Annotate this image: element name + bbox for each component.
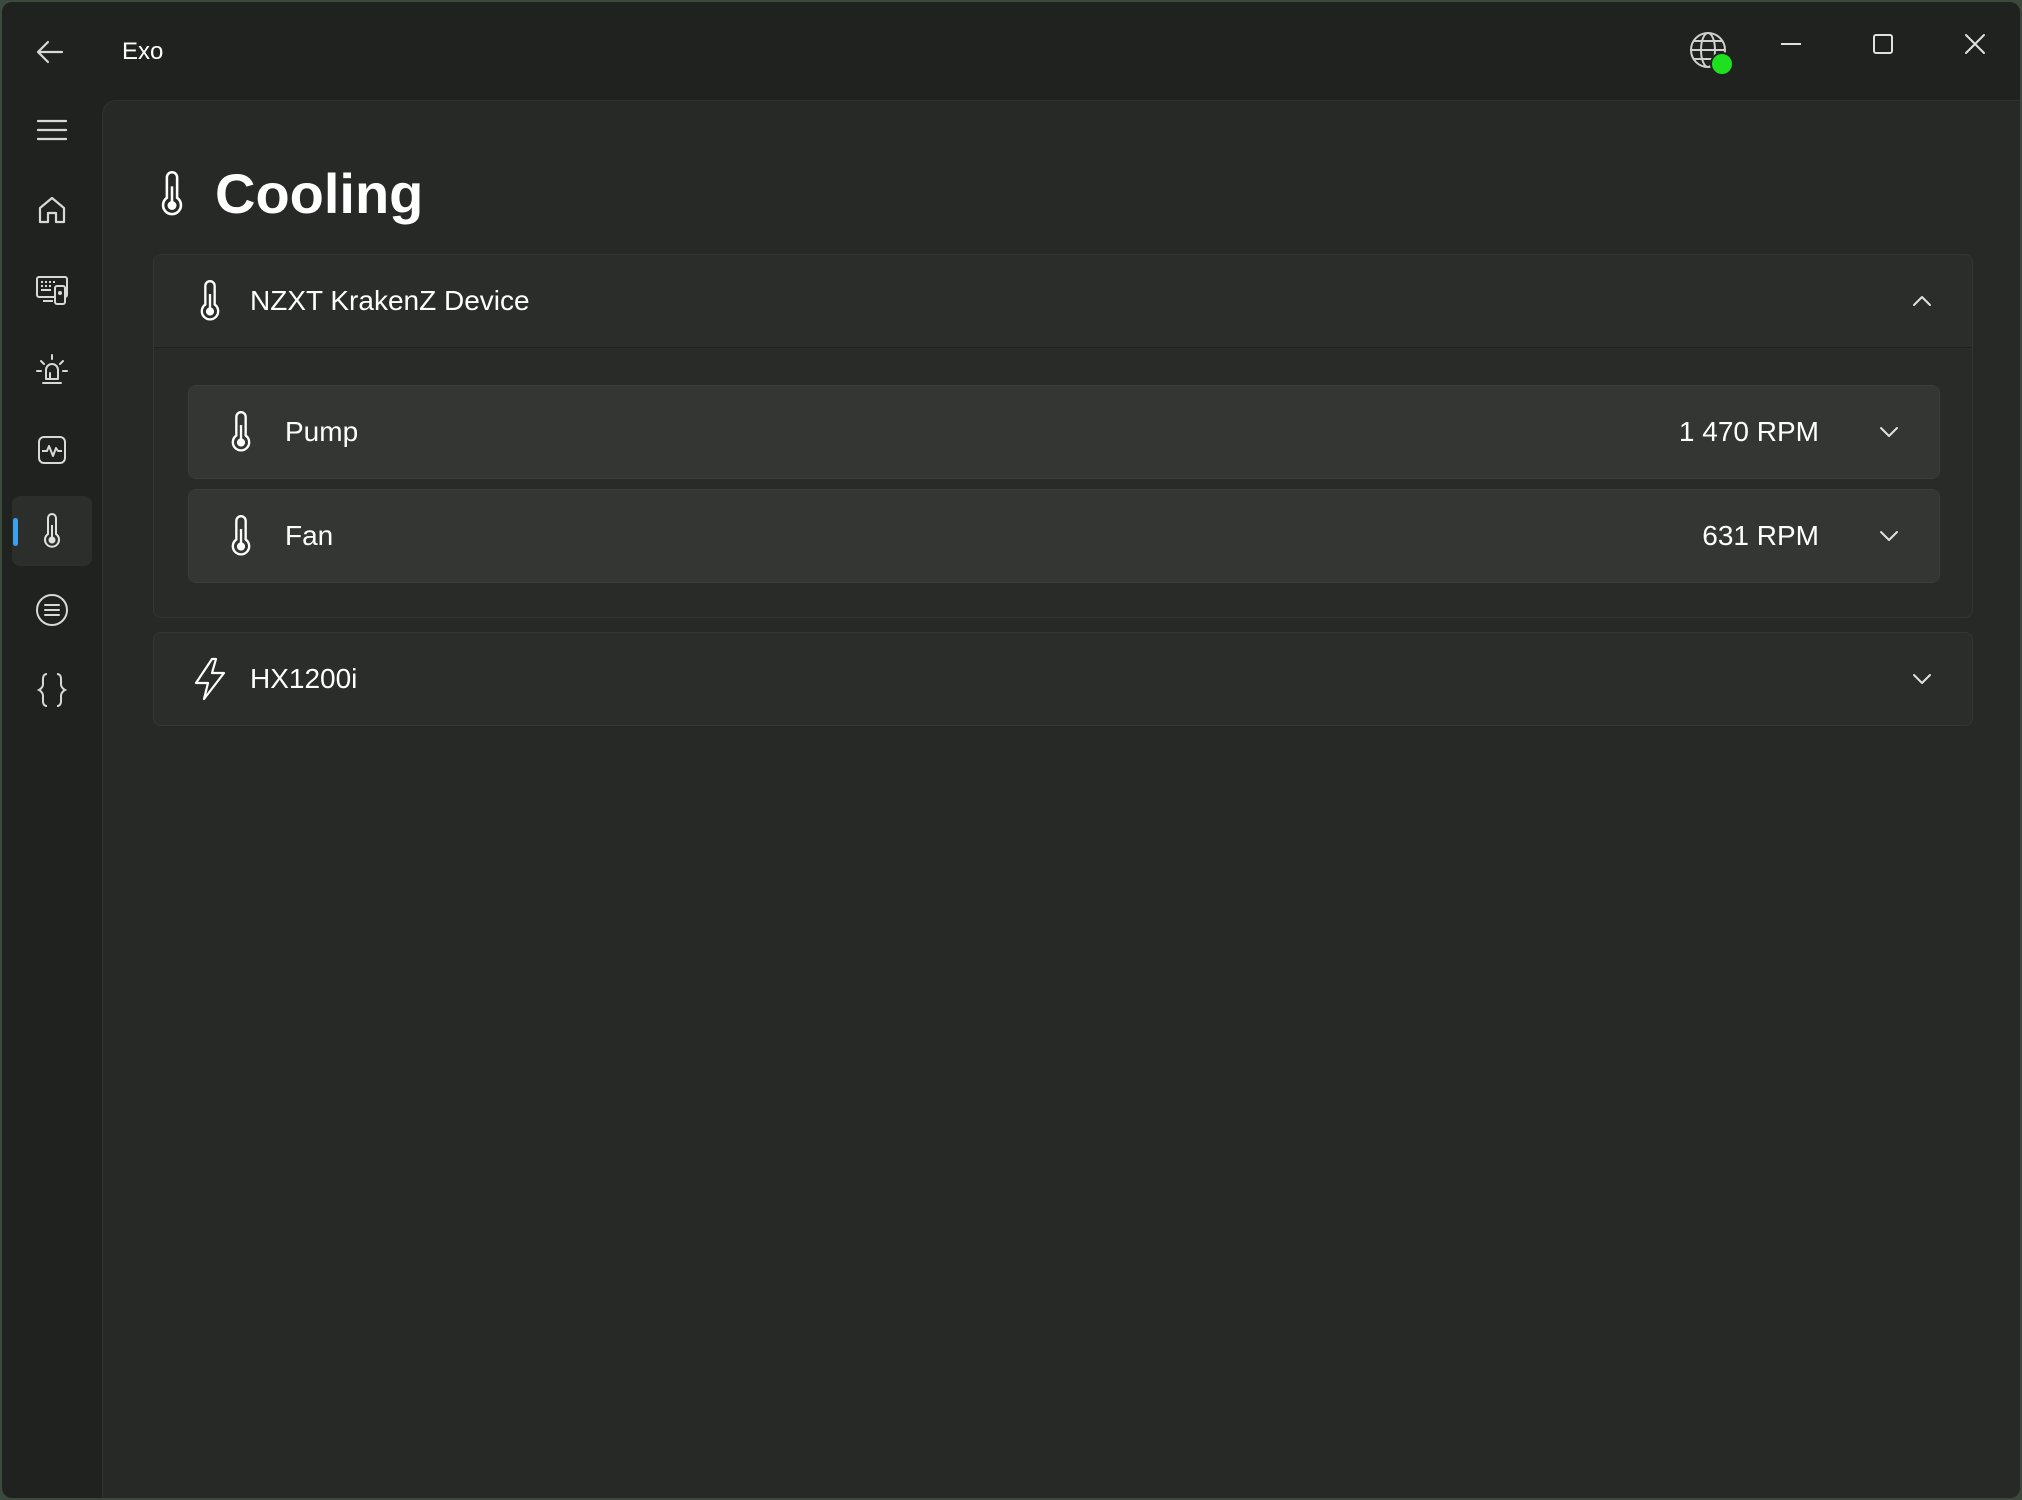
device-header[interactable]: NZXT KrakenZ Device [154,255,1972,347]
chevron-down-icon[interactable] [1873,520,1905,552]
thermometer-icon [186,277,234,325]
nav-menu-button[interactable] [12,95,92,165]
nav-item-monitoring[interactable] [12,415,92,485]
device-name: HX1200i [250,663,358,694]
hamburger-icon [37,119,67,141]
chevron-up-icon[interactable] [1906,285,1938,317]
braces-icon [37,673,67,707]
activity-icon [38,436,66,464]
app-title: Exo [122,38,164,65]
content-area: Cooling NZXT KrakenZ Device Pump 1 470 R… [102,100,2020,1498]
maximize-button[interactable] [1838,14,1928,74]
maximize-icon [1873,34,1893,54]
title-bar: Exo [2,2,2020,100]
cooler-row-pump[interactable]: Pump 1 470 RPM [188,385,1940,479]
page-title: Cooling [215,162,424,225]
device-expander-hx1200i[interactable]: HX1200i [153,632,1973,726]
minimize-button[interactable] [1746,14,1836,74]
device-header[interactable]: HX1200i [154,633,1972,725]
cooler-row-fan[interactable]: Fan 631 RPM [188,489,1940,583]
connection-status[interactable] [1688,30,1734,76]
thermometer-icon [161,170,183,215]
minimize-icon [1781,43,1801,45]
thermometer-icon [44,513,60,548]
nav-item-cooling[interactable] [12,496,92,566]
devices-icon [36,276,68,305]
app-window: Exo Cooling NZXT KrakenZ Device Pump 1 4… [2,2,2020,1498]
device-expander-krakenz: NZXT KrakenZ Device Pump 1 470 RPM Fan 6… [153,254,1973,618]
page-header: Cooling [159,161,423,226]
nav-item-devices[interactable] [12,255,92,325]
cooler-label: Fan [285,520,334,551]
lightning-icon [186,655,234,703]
chevron-down-icon[interactable] [1873,416,1905,448]
nav-item-programming[interactable] [12,655,92,725]
device-body: Pump 1 470 RPM Fan 631 RPM [154,347,1972,617]
selection-indicator [13,518,18,546]
thermometer-icon [217,408,265,456]
status-dot [1710,52,1734,76]
arrow-left-icon [36,40,64,64]
device-name: NZXT KrakenZ Device [250,285,530,316]
nav-item-lighting[interactable] [12,335,92,405]
nav-item-list[interactable] [12,575,92,645]
list-icon [36,594,68,626]
thermometer-icon [217,512,265,560]
cooler-speed: 631 RPM [1702,520,1819,551]
cooler-speed: 1 470 RPM [1678,416,1819,447]
nav-item-home[interactable] [12,175,92,245]
chevron-down-icon[interactable] [1906,663,1938,695]
back-button[interactable] [28,30,72,74]
close-icon [1965,34,1985,54]
cooler-label: Pump [285,416,359,447]
lightbulb-icon [36,354,68,384]
close-button[interactable] [1930,14,2020,74]
home-icon [38,196,66,224]
